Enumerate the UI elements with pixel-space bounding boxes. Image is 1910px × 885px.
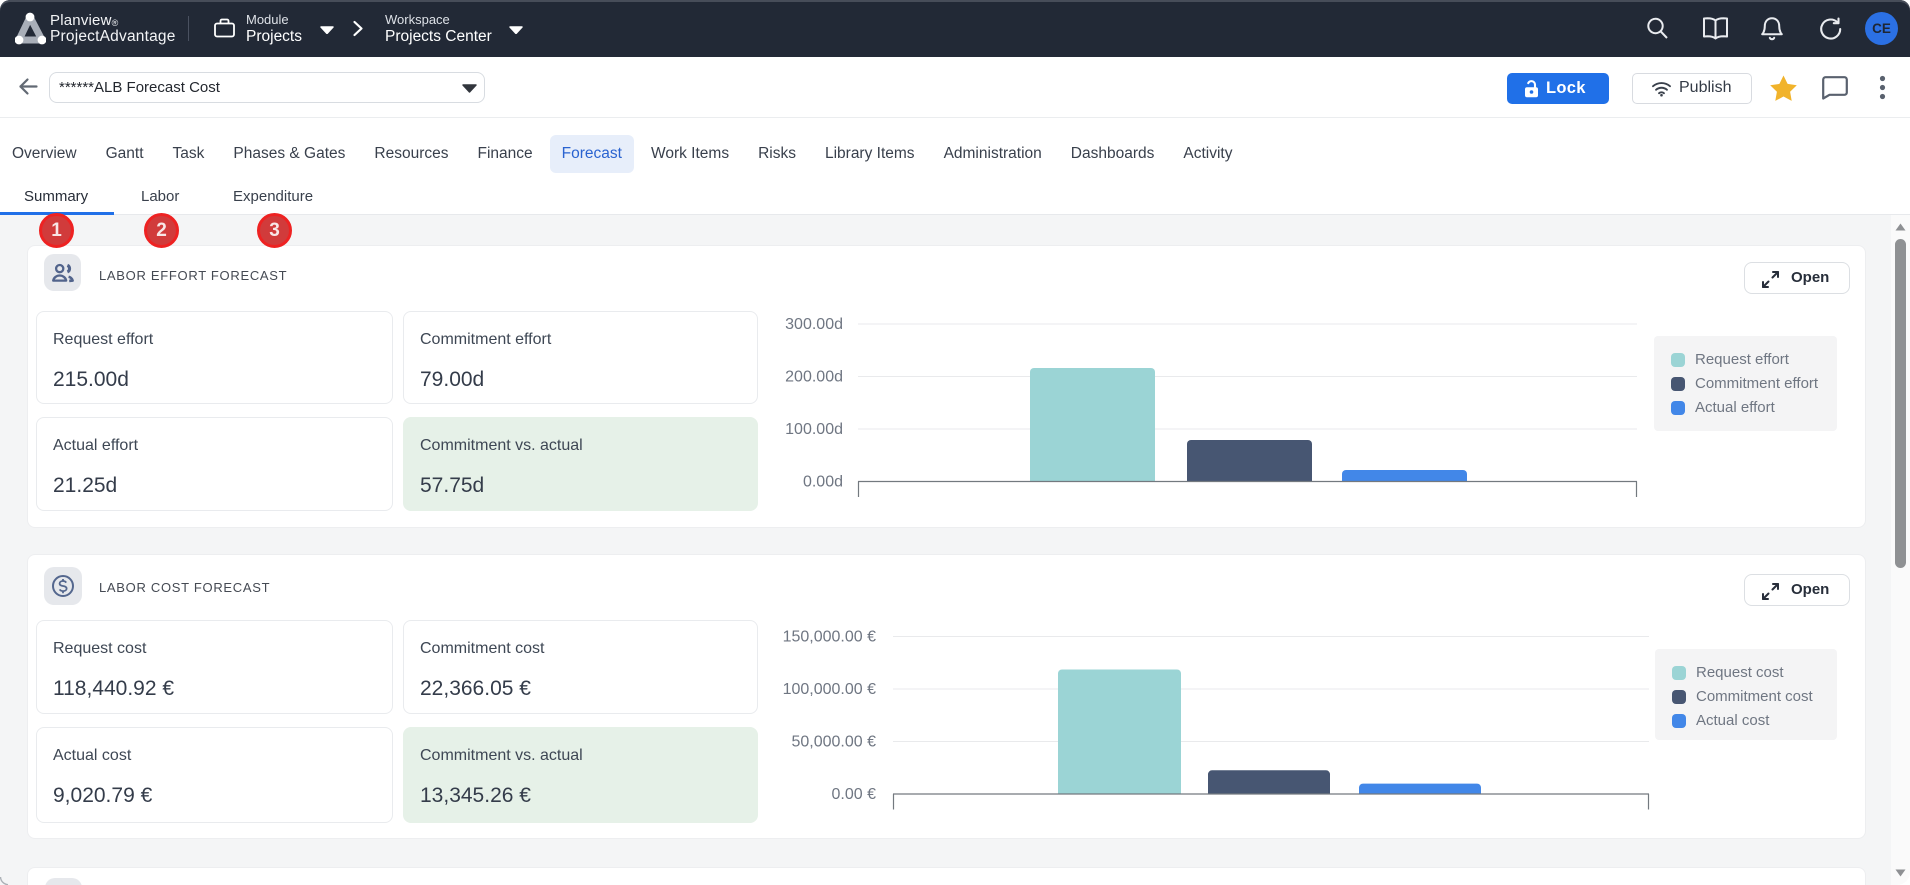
svg-text:200.00d: 200.00d <box>785 369 843 386</box>
svg-text:0.00 €: 0.00 € <box>832 786 877 803</box>
svg-text:50,000.00 €: 50,000.00 € <box>791 734 876 751</box>
svg-text:150,000.00 €: 150,000.00 € <box>783 629 877 646</box>
svg-text:300.00d: 300.00d <box>785 316 843 333</box>
svg-text:100,000.00 €: 100,000.00 € <box>783 681 877 698</box>
svg-text:0.00d: 0.00d <box>803 474 843 491</box>
svg-text:100.00d: 100.00d <box>785 421 843 438</box>
